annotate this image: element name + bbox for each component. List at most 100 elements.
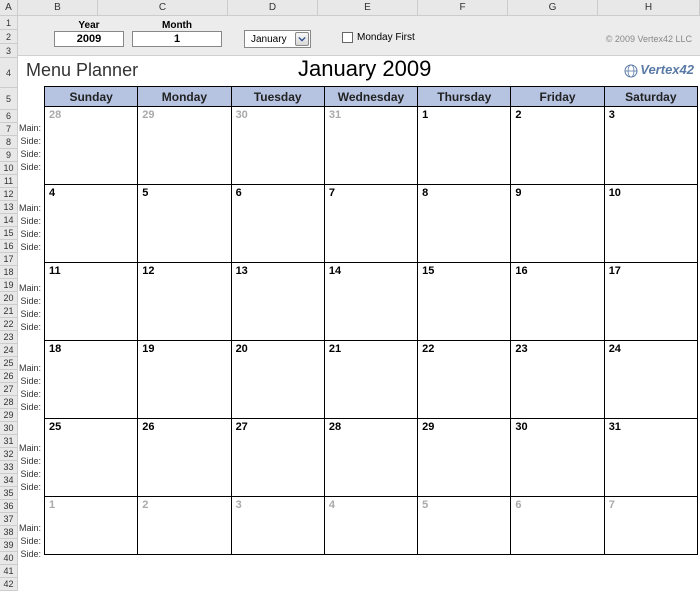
row-header-40[interactable]: 40	[0, 552, 17, 565]
monday-first-checkbox[interactable]: Monday First	[342, 32, 415, 43]
checkbox-box[interactable]	[342, 32, 353, 43]
calendar-cell[interactable]: 24	[604, 341, 697, 419]
calendar-cell[interactable]: 14	[324, 263, 417, 341]
row-header-27[interactable]: 27	[0, 383, 17, 396]
calendar-cell[interactable]: 5	[138, 185, 231, 263]
month-input[interactable]: 1	[132, 31, 222, 47]
calendar-cell[interactable]: 3	[604, 107, 697, 185]
calendar-cell[interactable]: 6	[511, 497, 604, 555]
row-header-5[interactable]: 5	[0, 88, 17, 110]
calendar-cell[interactable]: 5	[418, 497, 511, 555]
row-header-25[interactable]: 25	[0, 357, 17, 370]
col-header-c[interactable]: C	[98, 0, 228, 15]
row-header-7[interactable]: 7	[0, 123, 17, 136]
row-header-32[interactable]: 32	[0, 448, 17, 461]
col-header-f[interactable]: F	[418, 0, 508, 15]
col-header-e[interactable]: E	[318, 0, 418, 15]
calendar-cell[interactable]: 18	[45, 341, 138, 419]
row-header-38[interactable]: 38	[0, 526, 17, 539]
calendar-cell[interactable]: 30	[231, 107, 324, 185]
row-header-41[interactable]: 41	[0, 565, 17, 578]
calendar-cell[interactable]: 30	[511, 419, 604, 497]
row-header-24[interactable]: 24	[0, 344, 17, 357]
calendar-cell[interactable]: 28	[324, 419, 417, 497]
calendar-cell[interactable]: 19	[138, 341, 231, 419]
calendar-grid[interactable]: SundayMondayTuesdayWednesdayThursdayFrid…	[44, 86, 698, 555]
row-header-30[interactable]: 30	[0, 422, 17, 435]
calendar-cell[interactable]: 26	[138, 419, 231, 497]
year-input[interactable]: 2009	[54, 31, 124, 47]
weekday-header-wednesday: Wednesday	[324, 87, 417, 107]
row-header-39[interactable]: 39	[0, 539, 17, 552]
calendar-cell[interactable]: 13	[231, 263, 324, 341]
row-header-18[interactable]: 18	[0, 266, 17, 279]
row-header-13[interactable]: 13	[0, 201, 17, 214]
calendar-cell[interactable]: 31	[324, 107, 417, 185]
calendar-cell[interactable]: 2	[138, 497, 231, 555]
calendar-cell[interactable]: 9	[511, 185, 604, 263]
col-header-a[interactable]: A	[0, 0, 18, 15]
col-header-h[interactable]: H	[598, 0, 700, 15]
row-header-11[interactable]: 11	[0, 175, 17, 188]
row-header-20[interactable]: 20	[0, 292, 17, 305]
calendar-cell[interactable]: 8	[418, 185, 511, 263]
row-header-14[interactable]: 14	[0, 214, 17, 227]
row-header-2[interactable]: 2	[0, 30, 17, 44]
row-header-1[interactable]: 1	[0, 16, 17, 30]
calendar-cell[interactable]: 16	[511, 263, 604, 341]
row-header-15[interactable]: 15	[0, 227, 17, 240]
row-header-21[interactable]: 21	[0, 305, 17, 318]
calendar-cell[interactable]: 1	[418, 107, 511, 185]
row-header-36[interactable]: 36	[0, 500, 17, 513]
calendar-cell[interactable]: 31	[604, 419, 697, 497]
calendar-cell[interactable]: 4	[45, 185, 138, 263]
col-header-d[interactable]: D	[228, 0, 318, 15]
calendar-cell[interactable]: 17	[604, 263, 697, 341]
calendar-cell[interactable]: 15	[418, 263, 511, 341]
calendar-cell[interactable]: 20	[231, 341, 324, 419]
row-header-22[interactable]: 22	[0, 318, 17, 331]
row-header-10[interactable]: 10	[0, 162, 17, 175]
row-header-17[interactable]: 17	[0, 253, 17, 266]
row-header-31[interactable]: 31	[0, 435, 17, 448]
row-header-35[interactable]: 35	[0, 487, 17, 500]
calendar-cell[interactable]: 29	[138, 107, 231, 185]
chevron-down-icon[interactable]	[295, 32, 309, 46]
calendar-cell[interactable]: 22	[418, 341, 511, 419]
row-header-4[interactable]: 4	[0, 58, 17, 88]
calendar-cell[interactable]: 4	[324, 497, 417, 555]
row-header-16[interactable]: 16	[0, 240, 17, 253]
calendar-cell[interactable]: 11	[45, 263, 138, 341]
row-header-3[interactable]: 3	[0, 44, 17, 58]
month-dropdown[interactable]: January	[244, 30, 311, 48]
calendar-cell[interactable]: 25	[45, 419, 138, 497]
calendar-cell[interactable]: 6	[231, 185, 324, 263]
row-header-34[interactable]: 34	[0, 474, 17, 487]
calendar-cell[interactable]: 29	[418, 419, 511, 497]
row-header-37[interactable]: 37	[0, 513, 17, 526]
calendar-cell[interactable]: 10	[604, 185, 697, 263]
row-header-8[interactable]: 8	[0, 136, 17, 149]
calendar-cell[interactable]: 3	[231, 497, 324, 555]
row-header-29[interactable]: 29	[0, 409, 17, 422]
row-header-6[interactable]: 6	[0, 110, 17, 123]
row-header-28[interactable]: 28	[0, 396, 17, 409]
calendar-cell[interactable]: 7	[604, 497, 697, 555]
row-header-12[interactable]: 12	[0, 188, 17, 201]
calendar-cell[interactable]: 21	[324, 341, 417, 419]
calendar-cell[interactable]: 28	[45, 107, 138, 185]
row-header-9[interactable]: 9	[0, 149, 17, 162]
row-header-42[interactable]: 42	[0, 578, 17, 591]
row-header-33[interactable]: 33	[0, 461, 17, 474]
row-header-23[interactable]: 23	[0, 331, 17, 344]
col-header-b[interactable]: B	[18, 0, 98, 15]
calendar-cell[interactable]: 27	[231, 419, 324, 497]
calendar-cell[interactable]: 7	[324, 185, 417, 263]
row-header-19[interactable]: 19	[0, 279, 17, 292]
col-header-g[interactable]: G	[508, 0, 598, 15]
calendar-cell[interactable]: 23	[511, 341, 604, 419]
calendar-cell[interactable]: 12	[138, 263, 231, 341]
calendar-cell[interactable]: 1	[45, 497, 138, 555]
calendar-cell[interactable]: 2	[511, 107, 604, 185]
row-header-26[interactable]: 26	[0, 370, 17, 383]
